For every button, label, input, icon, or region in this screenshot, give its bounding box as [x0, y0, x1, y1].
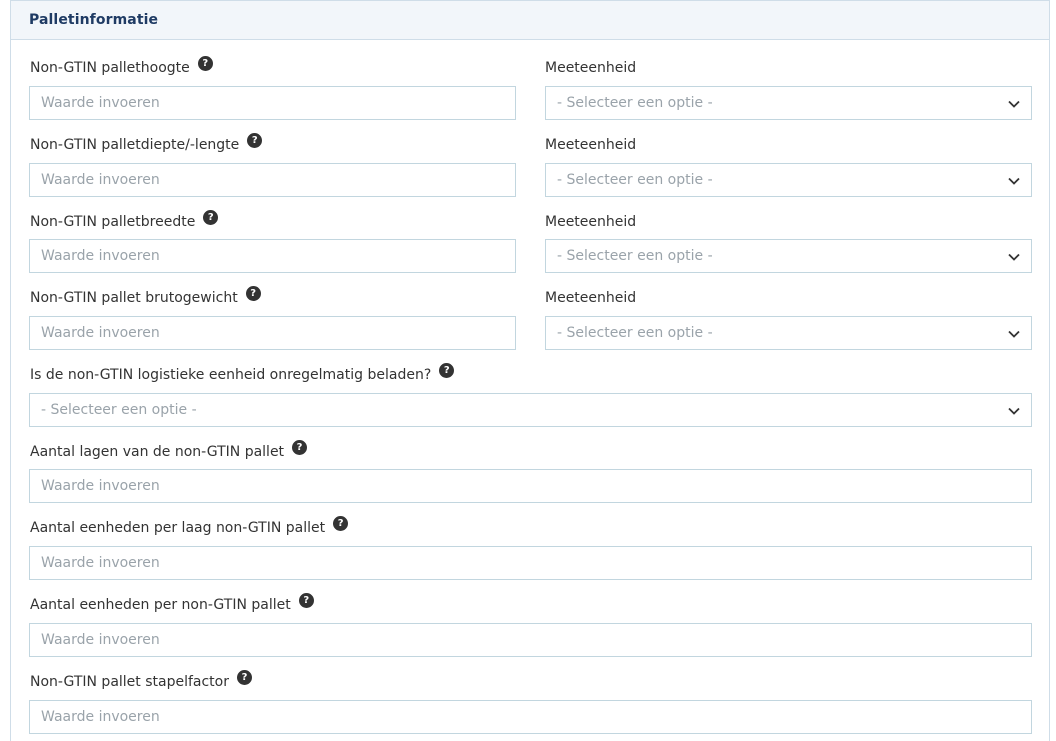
units-per-pallet-input[interactable] — [29, 623, 1032, 657]
pallet-depth-input[interactable] — [29, 163, 516, 197]
stack-factor-label: Non-GTIN pallet stapelfactor ? — [30, 669, 252, 690]
pallet-layers-input[interactable] — [29, 469, 1032, 503]
help-icon[interactable]: ? — [247, 132, 263, 148]
pallet-width-input[interactable] — [29, 239, 516, 273]
select-value: - Selecteer een optie - — [557, 172, 713, 188]
pallet-weight-input[interactable] — [29, 316, 516, 350]
pallet-height-unit-select[interactable]: - Selecteer een optie - — [545, 86, 1032, 120]
panel-header: Palletinformatie — [11, 0, 1049, 40]
pallet-width-label: Non-GTIN palletbreedte ? — [30, 209, 219, 230]
pallet-weight-unit-label: Meeteenheid — [545, 290, 637, 306]
chevron-down-icon — [1008, 100, 1020, 108]
stack-factor-input[interactable] — [29, 700, 1032, 734]
pallet-depth-unit-select[interactable]: - Selecteer een optie - — [545, 163, 1032, 197]
select-value: - Selecteer een optie - — [41, 402, 197, 418]
units-per-pallet-label: Aantal eenheden per non-GTIN pallet ? — [30, 592, 314, 613]
pallet-height-label: Non-GTIN pallethoogte ? — [30, 55, 213, 76]
help-icon[interactable]: ? — [292, 439, 308, 455]
help-icon[interactable]: ? — [298, 592, 314, 608]
irregular-loading-select[interactable]: - Selecteer een optie - — [29, 393, 1032, 427]
help-icon[interactable]: ? — [197, 55, 213, 71]
chevron-down-icon — [1008, 177, 1020, 185]
pallet-width-unit-label: Meeteenheid — [545, 214, 637, 230]
pallet-weight-label: Non-GTIN pallet brutogewicht ? — [30, 285, 261, 306]
units-per-layer-label: Aantal eenheden per laag non-GTIN pallet… — [30, 515, 349, 536]
pallet-width-unit-select[interactable]: - Selecteer een optie - — [545, 239, 1032, 273]
help-icon[interactable]: ? — [439, 362, 455, 378]
panel-title: Palletinformatie — [29, 12, 159, 28]
help-icon[interactable]: ? — [333, 515, 349, 531]
chevron-down-icon — [1008, 253, 1020, 261]
units-per-layer-input[interactable] — [29, 546, 1032, 580]
select-value: - Selecteer een optie - — [557, 325, 713, 341]
help-icon[interactable]: ? — [237, 669, 252, 685]
chevron-down-icon — [1008, 407, 1020, 415]
select-value: - Selecteer een optie - — [557, 248, 713, 264]
pallet-height-input[interactable] — [29, 86, 516, 120]
irregular-loading-label: Is de non-GTIN logistieke eenheid onrege… — [30, 362, 455, 383]
pallet-weight-unit-select[interactable]: - Selecteer een optie - — [545, 316, 1032, 350]
chevron-down-icon — [1008, 330, 1020, 338]
pallet-depth-unit-label: Meeteenheid — [545, 137, 637, 153]
pallet-height-unit-label: Meeteenheid — [545, 60, 637, 76]
select-value: - Selecteer een optie - — [557, 95, 713, 111]
help-icon[interactable]: ? — [245, 285, 261, 301]
pallet-depth-label: Non-GTIN palletdiepte/-lengte ? — [30, 132, 263, 153]
help-icon[interactable]: ? — [203, 209, 219, 225]
pallet-layers-label: Aantal lagen van de non-GTIN pallet ? — [30, 439, 308, 460]
